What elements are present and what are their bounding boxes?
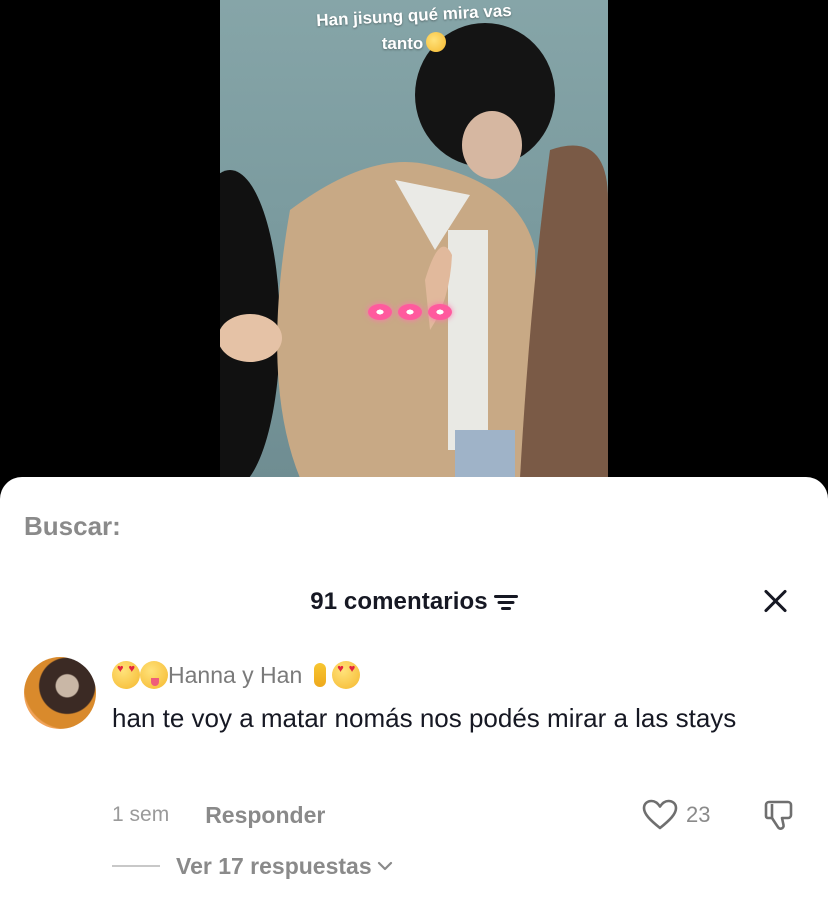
heart-icon — [642, 799, 678, 830]
video-frame[interactable]: Han jisung qué mira vas tanto — [220, 0, 608, 478]
heart-eyes-emoji-icon — [112, 661, 140, 689]
chevron-down-icon[interactable] — [376, 857, 394, 875]
crossed-fingers-emoji-icon — [310, 661, 332, 689]
comment-username-row[interactable]: Hanna y Han — [112, 659, 361, 691]
comments-count-title: 91 comentarios — [310, 588, 488, 615]
comment-username[interactable]: Hanna y Han — [168, 662, 302, 689]
search-label[interactable]: Buscar: — [24, 511, 121, 542]
reply-button[interactable]: Responder — [205, 802, 325, 829]
comments-sheet: Buscar: 91 comentarios Hanna y Han han t… — [0, 477, 828, 897]
dislike-icon[interactable] — [762, 799, 796, 833]
view-replies-row[interactable]: Ver 17 respuestas — [112, 850, 394, 882]
like-button[interactable]: 23 — [642, 799, 710, 831]
filter-icon[interactable] — [493, 593, 518, 611]
avatar[interactable] — [24, 657, 96, 729]
lip-icon — [428, 304, 452, 320]
comment-meta: 1 sem Responder — [112, 797, 325, 833]
lip-icon — [398, 304, 422, 320]
comments-header: 91 comentarios — [0, 587, 828, 617]
close-icon[interactable] — [762, 587, 790, 615]
caption-line-2: tanto — [381, 34, 424, 53]
lips-sticker-icon — [368, 304, 452, 320]
like-count: 23 — [686, 802, 711, 827]
tongue-face-emoji-icon — [140, 661, 168, 689]
lip-icon — [368, 304, 392, 320]
view-replies-button[interactable]: Ver 17 respuestas — [176, 853, 372, 880]
video-player[interactable]: Han jisung qué mira vas tanto — [0, 0, 828, 478]
shushing-face-emoji-icon — [426, 32, 447, 52]
replies-divider — [112, 865, 160, 867]
comment-time: 1 sem — [112, 803, 170, 826]
comment-text: han te voy a matar nomás nos podés mirar… — [112, 703, 737, 733]
video-caption: Han jisung qué mira vas tanto — [220, 1, 608, 58]
heart-eyes-emoji-icon — [332, 661, 361, 689]
video-still-image — [220, 23, 608, 478]
